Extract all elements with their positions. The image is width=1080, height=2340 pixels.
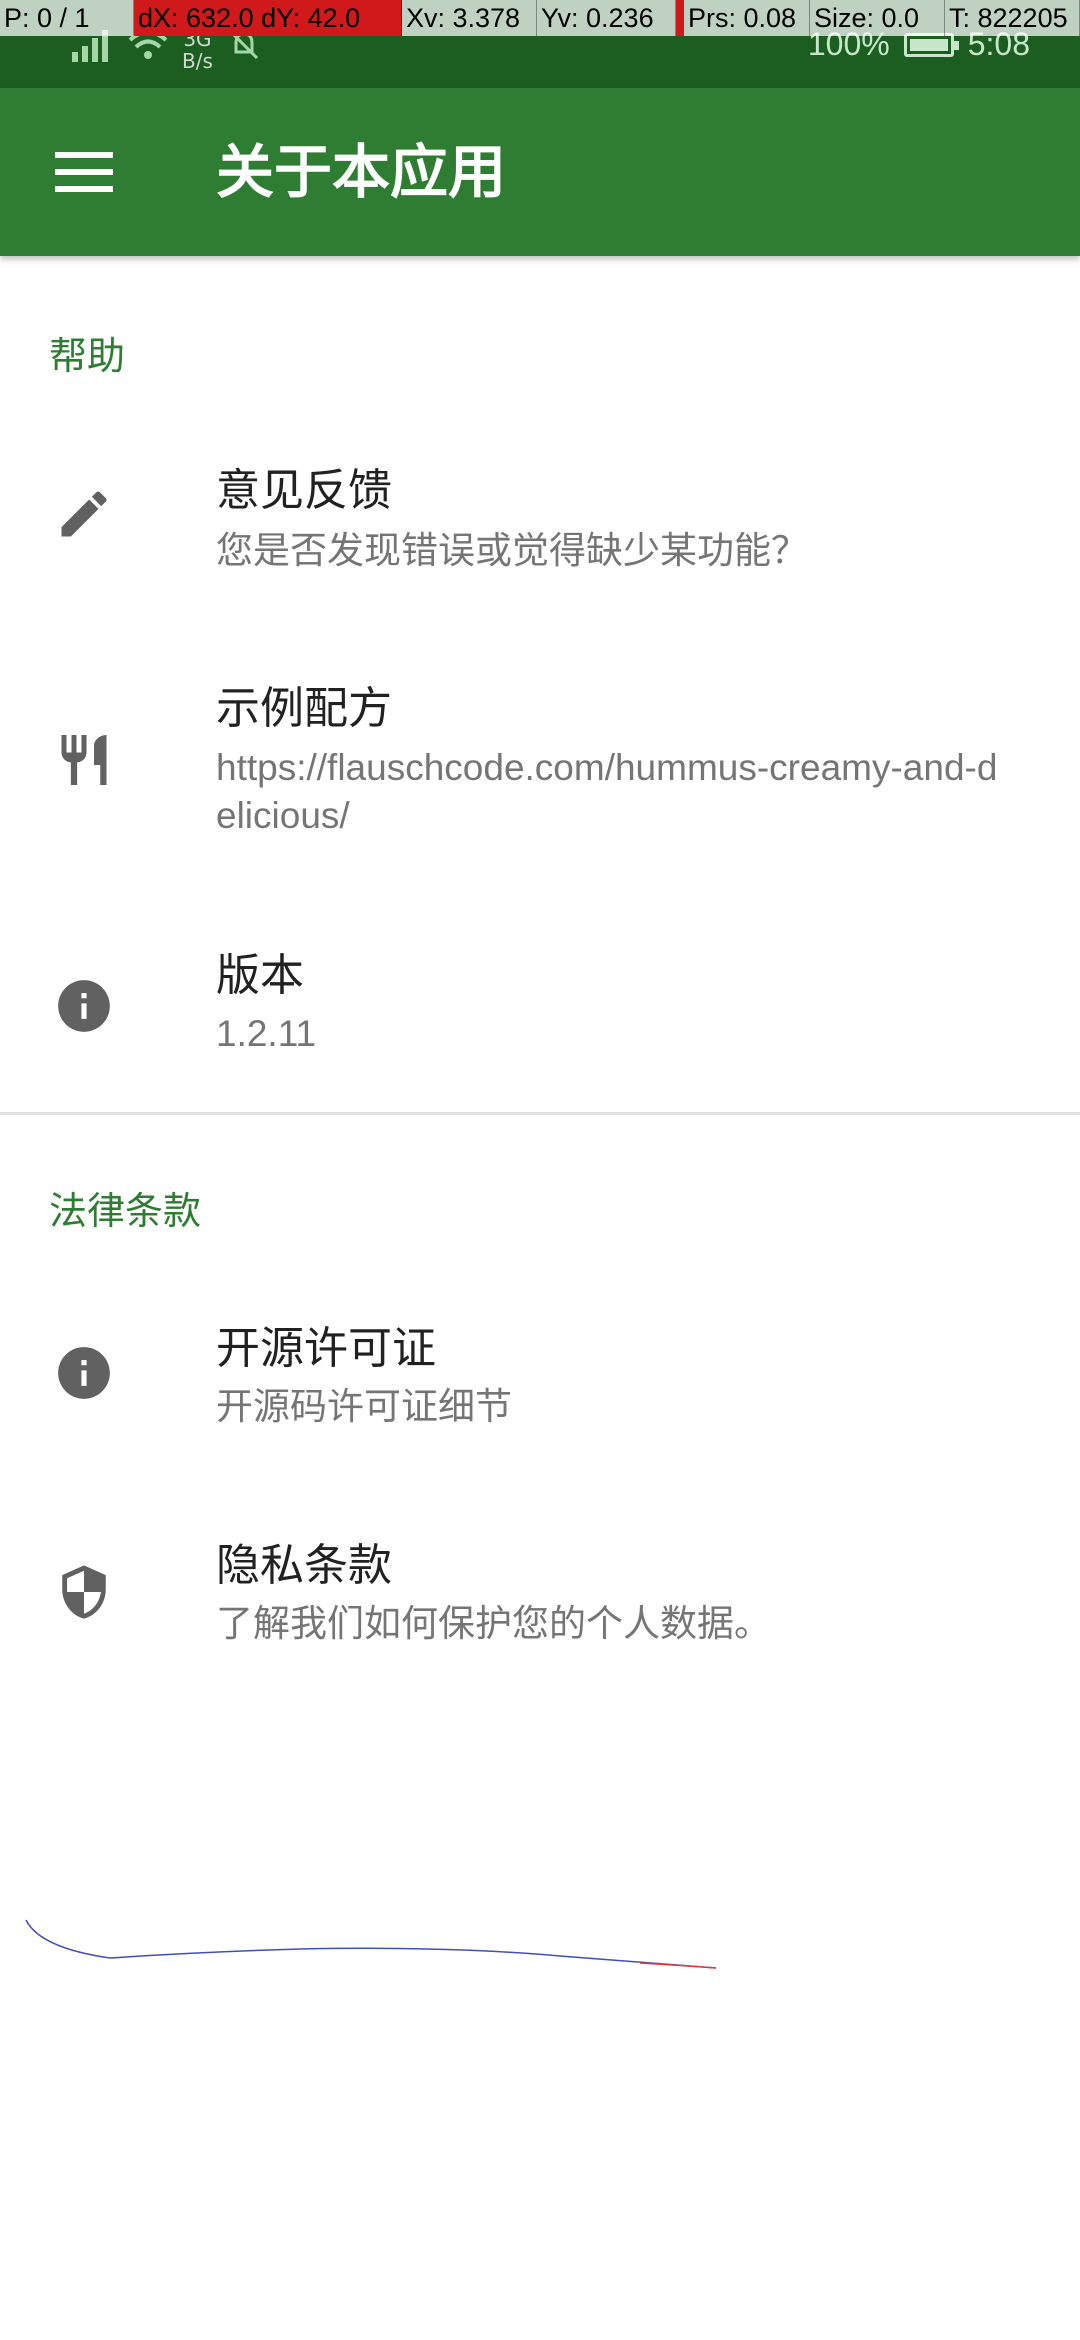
list-item-open-source-licenses[interactable]: 开源许可证 开源码许可证细节: [0, 1300, 1080, 1460]
info-icon: [50, 972, 118, 1040]
list-item-privacy-policy[interactable]: 隐私条款 了解我们如何保护您的个人数据。: [0, 1520, 1080, 1680]
section-header-help: 帮助: [49, 336, 126, 378]
list-item-feedback[interactable]: 意见反馈 您是否发现错误或觉得缺少某功能？: [0, 440, 1080, 620]
cutlery-icon: [50, 726, 118, 794]
item-title: 开源许可证: [216, 1324, 436, 1373]
item-subtitle: 开源码许可证细节: [216, 1386, 512, 1427]
item-subtitle: 了解我们如何保护您的个人数据。: [216, 1603, 771, 1644]
item-subtitle: 您是否发现错误或觉得缺少某功能？: [216, 530, 808, 571]
debug-xv: Xv: 3.378: [402, 0, 537, 36]
section-header-legal: 法律条款: [49, 1191, 202, 1233]
item-title: 示例配方: [216, 684, 392, 733]
debug-yv: Yv: 0.236: [537, 0, 676, 36]
app-bar: 关于本应用: [0, 88, 1080, 256]
item-subtitle: https://flauschcode.com/hummus-creamy-an…: [216, 747, 998, 836]
debug-pointer: P: 0 / 1: [0, 0, 134, 36]
debug-size: Size: 0.0: [810, 0, 945, 36]
shield-icon: [50, 1558, 118, 1626]
pencil-icon: [50, 480, 118, 548]
menu-button[interactable]: [40, 132, 128, 212]
debug-time: T: 822205: [945, 0, 1080, 36]
pointer-debug-bar: P: 0 / 1 dX: 632.0 dY: 42.0 Xv: 3.378 Yv…: [0, 0, 1080, 36]
debug-pressure: Prs: 0.08: [676, 0, 810, 36]
menu-icon: [55, 152, 113, 192]
list-item-version[interactable]: 版本 1.2.11: [0, 930, 1080, 1090]
debug-delta: dX: 632.0 dY: 42.0: [134, 0, 402, 36]
item-title: 版本: [216, 951, 304, 1000]
page-title: 关于本应用: [216, 140, 507, 205]
section-divider: [0, 1112, 1080, 1115]
item-subtitle: 1.2.11: [216, 1013, 317, 1054]
item-title: 意见反馈: [216, 466, 392, 515]
list-item-sample-recipe[interactable]: 示例配方 https://flauschcode.com/hummus-crea…: [0, 660, 1080, 900]
speed-unit: B/s: [182, 49, 213, 73]
battery-icon: [903, 32, 959, 57]
item-title: 隐私条款: [216, 1541, 392, 1590]
gesture-trace: [25, 1919, 717, 1969]
info-icon: [50, 1339, 118, 1407]
